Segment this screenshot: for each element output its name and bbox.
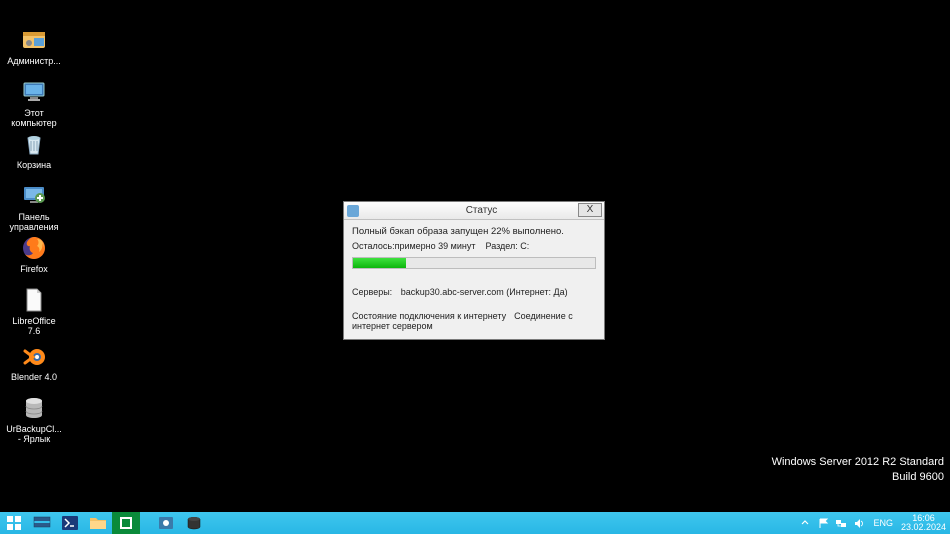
tray-chevron-icon[interactable] xyxy=(799,517,811,529)
link-internet-status[interactable]: Состояние подключения к интернету xyxy=(352,311,506,321)
desktop-icon-control-panel[interactable]: Панель управления xyxy=(4,182,64,233)
firefox-icon xyxy=(20,234,48,262)
folder-icon xyxy=(89,515,107,531)
dialog-links: Состояние подключения к интернетуСоедине… xyxy=(352,311,596,331)
status-dialog: Статус X Полный бэкап образа запущен 22%… xyxy=(343,201,605,340)
desktop-icon-this-pc[interactable]: Этот компьютер xyxy=(4,78,64,129)
system-tray: ENG 16:06 23.02.2024 xyxy=(799,512,950,534)
taskbar-spacer xyxy=(208,512,799,534)
clock-date: 23.02.2024 xyxy=(901,523,946,532)
server-manager-button[interactable] xyxy=(28,512,56,534)
database-icon xyxy=(20,394,48,422)
servers-value: backup30.abc-server.com (Интернет: Да) xyxy=(401,287,568,297)
app-icon xyxy=(347,205,359,217)
trash-icon xyxy=(20,130,48,158)
server-manager-icon xyxy=(33,515,51,531)
desktop-icon-label: Этот компьютер xyxy=(11,109,56,129)
pinned-app-2[interactable] xyxy=(152,512,180,534)
powershell-button[interactable] xyxy=(56,512,84,534)
file-explorer-button[interactable] xyxy=(84,512,112,534)
desktop-icon-urbackup[interactable]: UrBackupCl... - Ярлык xyxy=(4,394,64,445)
dialog-titlebar[interactable]: Статус X xyxy=(344,202,604,220)
desktop-icon-label: UrBackupCl... - Ярлык xyxy=(6,425,62,445)
taskbar-separator xyxy=(140,512,152,534)
taskbar-left xyxy=(0,512,208,534)
os-watermark: Windows Server 2012 R2 Standard Build 96… xyxy=(772,455,944,484)
desktop-icon-libreoffice[interactable]: LibreOffice 7.6 xyxy=(4,286,64,337)
desktop-icon-admin[interactable]: Администр... xyxy=(4,26,64,67)
close-button[interactable]: X xyxy=(578,203,602,217)
servers-line: Серверы: backup30.abc-server.com (Интерн… xyxy=(352,287,596,297)
servers-label: Серверы: xyxy=(352,287,392,297)
control-panel-icon xyxy=(20,182,48,210)
admin-tools-icon xyxy=(20,26,48,54)
dialog-body: Полный бэкап образа запущен 22% выполнен… xyxy=(344,220,604,339)
taskbar: ENG 16:06 23.02.2024 xyxy=(0,512,950,534)
database-icon xyxy=(185,515,203,531)
watermark-line2: Build 9600 xyxy=(772,470,944,484)
remaining-label: Осталось:примерно 39 минут xyxy=(352,241,475,251)
language-indicator[interactable]: ENG xyxy=(871,518,895,528)
tray-network-icon[interactable] xyxy=(835,517,847,529)
desktop-icon-label: Корзина xyxy=(17,161,51,171)
desktop-icon-blender[interactable]: Blender 4.0 xyxy=(4,342,64,383)
app-icon xyxy=(118,515,134,531)
pinned-app-1[interactable] xyxy=(112,512,140,534)
desktop-icon-label: LibreOffice 7.6 xyxy=(12,317,55,337)
tray-sound-icon[interactable] xyxy=(853,517,865,529)
desktop-icon-label: Панель управления xyxy=(9,213,58,233)
computer-icon xyxy=(20,78,48,106)
desktop-icon-label: Firefox xyxy=(20,265,48,275)
desktop-icon-firefox[interactable]: Firefox xyxy=(4,234,64,275)
backup-remaining-line: Осталось:примерно 39 минут Раздел: C: xyxy=(352,241,596,251)
libreoffice-icon xyxy=(20,286,48,314)
powershell-icon xyxy=(61,515,79,531)
desktop-icon-label: Blender 4.0 xyxy=(11,373,57,383)
progress-bar xyxy=(352,257,596,269)
progress-fill xyxy=(353,258,406,268)
partition-label: Раздел: C: xyxy=(485,241,529,251)
app-icon xyxy=(157,515,175,531)
blender-icon xyxy=(20,342,48,370)
backup-status-line: Полный бэкап образа запущен 22% выполнен… xyxy=(352,226,596,237)
dialog-title: Статус xyxy=(359,205,604,216)
tray-flag-icon[interactable] xyxy=(817,517,829,529)
start-button[interactable] xyxy=(0,512,28,534)
taskbar-clock[interactable]: 16:06 23.02.2024 xyxy=(901,514,946,532)
desktop-icon-recycle-bin[interactable]: Корзина xyxy=(4,130,64,171)
windows-start-icon xyxy=(6,515,22,531)
watermark-line1: Windows Server 2012 R2 Standard xyxy=(772,455,944,469)
desktop-icon-label: Администр... xyxy=(7,57,61,67)
urbackup-taskbar-button[interactable] xyxy=(180,512,208,534)
